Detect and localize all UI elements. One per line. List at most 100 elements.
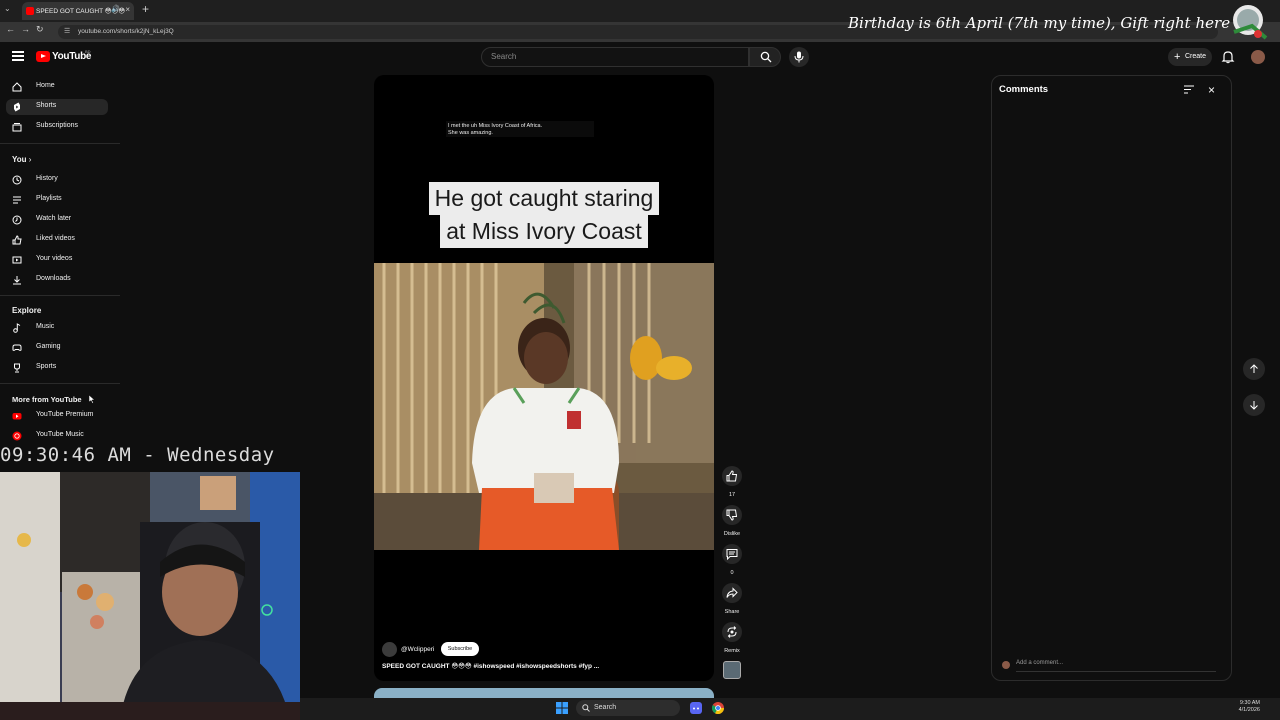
youtube-favicon-icon xyxy=(26,7,34,15)
search-input[interactable]: Search xyxy=(481,47,749,67)
microphone-icon xyxy=(794,51,804,63)
home-icon xyxy=(12,82,22,92)
create-label: Create xyxy=(1185,53,1207,60)
sidebar-item-label: Shorts xyxy=(36,102,57,109)
sidebar-item-subscriptions[interactable]: Subscriptions xyxy=(6,119,108,135)
chevron-right-icon: › xyxy=(28,155,32,164)
mouse-cursor-icon xyxy=(89,395,95,404)
taskbar-search-label: Search xyxy=(594,704,617,711)
country-code: BD xyxy=(85,49,91,54)
sidebar-item-liked-videos[interactable]: Liked videos xyxy=(6,232,108,248)
sidebar-item-downloads[interactable]: Downloads xyxy=(6,272,108,288)
taskbar-clock[interactable]: 9:30 AM 4/1/2026 xyxy=(1226,700,1260,714)
close-icon[interactable]: × xyxy=(1208,83,1215,97)
chrome-icon[interactable] xyxy=(712,702,724,714)
user-avatar xyxy=(1002,661,1010,669)
sidebar-item-home[interactable]: Home xyxy=(6,79,108,95)
taskbar-search[interactable]: Search xyxy=(576,700,680,716)
comments-button[interactable] xyxy=(722,544,742,564)
video-title[interactable]: SPEED GOT CAUGHT 😳😳😳 #ishowspeed #ishows… xyxy=(382,662,599,670)
subtitle-line: She was amazing. xyxy=(448,130,493,136)
sidebar-item-label: Gaming xyxy=(36,343,61,350)
sidebar-item-playlists[interactable]: Playlists xyxy=(6,192,108,208)
youtube-music-icon xyxy=(12,431,22,441)
remix-button[interactable] xyxy=(722,622,742,642)
arrow-down-icon xyxy=(1250,401,1258,410)
share-icon xyxy=(726,587,738,598)
sidebar-item-watch-later[interactable]: Watch later xyxy=(6,212,108,228)
search-icon xyxy=(582,704,590,712)
sort-icon[interactable] xyxy=(1184,85,1194,94)
site-info-icon[interactable]: ☰ xyxy=(64,25,70,39)
like-count: 17 xyxy=(728,492,736,498)
stream-clock: 09:30:46 AM - Wednesday xyxy=(0,444,275,466)
voice-search-button[interactable] xyxy=(789,47,809,67)
video-frame-image xyxy=(374,263,714,550)
caption-line: at Miss Ivory Coast xyxy=(440,215,648,248)
webcam-feed-image xyxy=(0,472,300,720)
channel-name[interactable]: @Wclipperi xyxy=(401,646,434,653)
windows-start-icon[interactable] xyxy=(556,702,568,714)
video-subtitle: I met the uh Miss Ivory Coast of Africa.… xyxy=(446,121,594,137)
music-icon xyxy=(13,323,21,333)
new-tab-button[interactable]: + xyxy=(142,2,149,16)
sidebar-more-header: More from YouTube xyxy=(12,395,82,404)
share-button[interactable] xyxy=(722,583,742,603)
subscriptions-icon xyxy=(12,123,22,132)
sidebar-item-sports[interactable]: Sports xyxy=(6,360,108,376)
dislike-button[interactable] xyxy=(722,505,742,525)
arrow-up-icon xyxy=(1250,364,1258,373)
comments-title: Comments xyxy=(999,84,1049,95)
menu-icon[interactable] xyxy=(12,51,24,61)
discord-icon[interactable] xyxy=(690,702,702,714)
os-taskbar xyxy=(300,698,1280,720)
subtitle-line: I met the uh Miss Ivory Coast of Africa. xyxy=(448,123,543,129)
sidebar-item-label: Your videos xyxy=(36,255,73,262)
playlists-icon xyxy=(13,196,21,204)
previous-short-button[interactable] xyxy=(1243,358,1265,380)
subscribe-button[interactable]: Subscribe xyxy=(441,642,479,656)
sidebar-item-label: YouTube Premium xyxy=(36,411,94,418)
thumbs-up-icon xyxy=(726,470,738,482)
sidebar-item-shorts[interactable]: Shorts xyxy=(6,99,108,115)
sidebar-item-history[interactable]: History xyxy=(6,172,108,188)
decor-avatar-icon xyxy=(1233,5,1268,40)
sidebar-divider xyxy=(0,143,120,144)
sidebar-item-gaming[interactable]: Gaming xyxy=(6,340,108,356)
caption-line: He got caught staring xyxy=(428,182,660,215)
navigation-buttons[interactable]: ←→↻ xyxy=(6,24,50,35)
search-button[interactable] xyxy=(749,47,781,67)
sidebar-item-label: History xyxy=(36,175,58,182)
sidebar-item-your-videos[interactable]: Your videos xyxy=(6,252,108,268)
your-videos-icon xyxy=(12,256,22,264)
notifications-bell-icon[interactable] xyxy=(1221,50,1235,64)
channel-avatar[interactable] xyxy=(382,642,397,657)
sidebar-item-youtube-music[interactable]: YouTube Music xyxy=(6,428,108,444)
add-comment-input[interactable]: Add a comment... xyxy=(1016,660,1216,672)
sidebar-item-music[interactable]: Music xyxy=(6,320,108,336)
sidebar-item-label: Downloads xyxy=(36,275,71,282)
sidebar-you-header[interactable]: You › xyxy=(12,155,31,164)
sidebar-item-youtube-premium[interactable]: YouTube Premium xyxy=(6,408,108,424)
sidebar-item-label: Liked videos xyxy=(36,235,75,242)
sidebar-divider xyxy=(0,383,120,384)
dislike-label: Dislike xyxy=(723,531,741,537)
plus-icon: + xyxy=(1174,51,1181,63)
gaming-icon xyxy=(12,344,22,351)
url-text: youtube.com/shorts/k2jN_kLej3Q xyxy=(78,28,174,35)
like-button[interactable] xyxy=(722,466,742,486)
close-tab-icon[interactable]: × xyxy=(125,5,130,14)
sound-thumbnail[interactable] xyxy=(723,661,741,679)
liked-videos-icon xyxy=(12,235,22,245)
remix-label: Remix xyxy=(724,648,740,654)
sidebar-item-label: Sports xyxy=(36,363,57,370)
youtube-logo-icon[interactable] xyxy=(36,51,50,62)
next-short-button[interactable] xyxy=(1243,394,1265,416)
account-avatar[interactable] xyxy=(1251,50,1265,64)
you-header-label: You xyxy=(12,155,27,164)
create-button[interactable]: + Create xyxy=(1168,48,1212,66)
speaker-icon[interactable]: 🔊 xyxy=(111,5,120,13)
tab-search-icon[interactable]: ⌄ xyxy=(4,4,11,13)
browser-tab[interactable]: SPEED GOT CAUGHT 😳😳😳 🔊 × xyxy=(22,2,134,20)
next-short-preview[interactable] xyxy=(374,688,714,698)
